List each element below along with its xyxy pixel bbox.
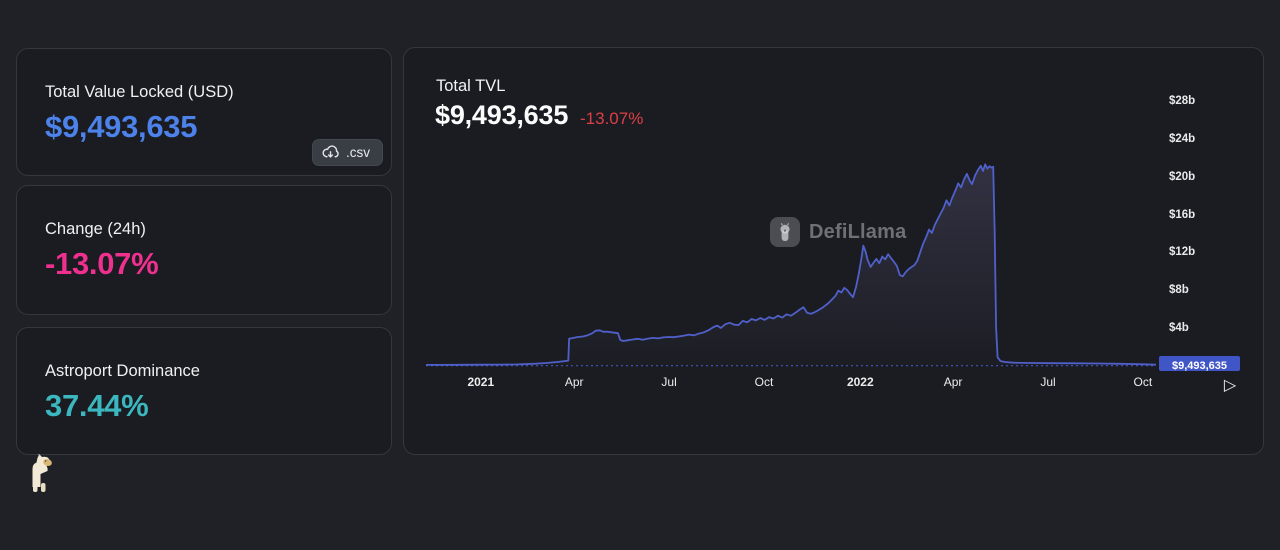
x-tick-label: Jul (661, 375, 676, 389)
x-tick-label: 2021 (467, 375, 494, 389)
y-tick-label: $4b (1169, 320, 1189, 336)
stat-value-change: -13.07% (45, 246, 158, 282)
x-tick-label: Apr (944, 375, 963, 389)
defillama-dashboard: Total Value Locked (USD) $9,493,635 .csv… (0, 0, 1280, 550)
stat-card-change-24h: Change (24h) -13.07% (16, 185, 392, 315)
chart-current-value: $9,493,635 (435, 100, 568, 131)
x-tick-label: Oct (1134, 375, 1153, 389)
current-value-badge: $9,493,635 (1159, 356, 1240, 371)
stat-label: Change (24h) (45, 220, 146, 239)
x-axis-labels: 2021 Apr Jul Oct 2022 Apr Jul Oct (426, 375, 1156, 391)
x-tick-label: Apr (565, 375, 584, 389)
stat-label: Total Value Locked (USD) (45, 83, 234, 102)
current-value-badge-text: $9,493,635 (1172, 360, 1227, 371)
x-tick-label: Oct (755, 375, 774, 389)
chart-title: Total TVL (436, 77, 505, 96)
tvl-area-fill (426, 164, 1156, 365)
llama-mascot-icon (26, 453, 58, 493)
csv-button-label: .csv (346, 145, 370, 160)
stat-value-dominance: 37.44% (45, 388, 148, 424)
tvl-chart-panel: Total TVL $9,493,635 -13.07% (403, 47, 1264, 455)
stat-label: Astroport Dominance (45, 362, 200, 381)
x-tick-label: 2022 (847, 375, 874, 389)
cloud-download-icon (322, 145, 339, 160)
chart-change-percent: -13.07% (580, 109, 643, 129)
tvl-line-chart[interactable] (426, 144, 1156, 378)
stat-card-total-value-locked: Total Value Locked (USD) $9,493,635 .csv (16, 48, 392, 176)
y-tick-label: $28b (1169, 93, 1195, 109)
x-tick-label: Jul (1040, 375, 1055, 389)
y-tick-label: $12b (1169, 244, 1195, 260)
stat-value-tvl: $9,493,635 (45, 109, 197, 145)
play-chart-animation-button[interactable]: ▷ (1217, 374, 1243, 398)
y-tick-label: $16b (1169, 207, 1195, 223)
stat-card-astroport-dominance: Astroport Dominance 37.44% (16, 327, 392, 455)
y-tick-label: $20b (1169, 169, 1195, 185)
download-csv-button[interactable]: .csv (312, 139, 383, 166)
y-tick-label: $24b (1169, 131, 1195, 147)
y-tick-label: $8b (1169, 282, 1189, 298)
